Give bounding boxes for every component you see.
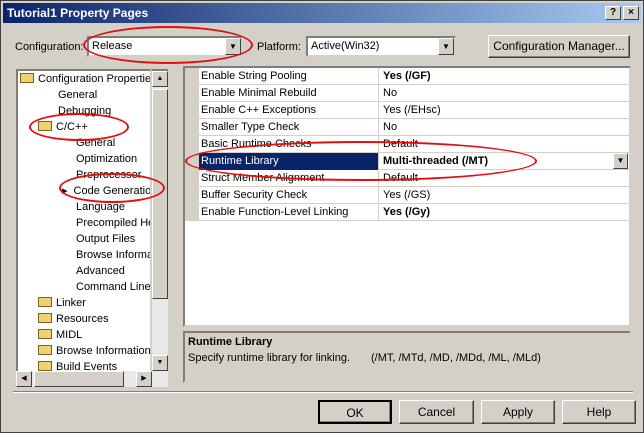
chevron-down-icon[interactable]: ▼: [613, 153, 628, 169]
tree-item-browse-information-folder[interactable]: Browse Information: [38, 343, 150, 359]
property-grid: Enable String Pooling Yes (/GF) Enable Mi…: [183, 66, 631, 327]
tree-item-command-line[interactable]: Command Line: [76, 279, 150, 295]
folder-icon: [38, 313, 52, 324]
platform-dropdown[interactable]: Active(Win32) ▼: [306, 36, 456, 57]
tree-item-optimization[interactable]: Optimization: [76, 151, 137, 167]
platform-label: Platform:: [257, 41, 302, 53]
tree-item-configuration-properties[interactable]: Configuration Properties: [20, 71, 150, 87]
folder-icon: [38, 297, 52, 308]
description-title: Runtime Library: [188, 336, 273, 348]
table-row[interactable]: Enable Minimal Rebuild No: [185, 85, 629, 102]
tree-item-output-files[interactable]: Output Files: [76, 231, 135, 247]
apply-button[interactable]: Apply: [481, 400, 555, 424]
close-icon[interactable]: ×: [623, 6, 639, 20]
tree-item-advanced[interactable]: Advanced: [76, 263, 125, 279]
hscroll-thumb[interactable]: [34, 371, 124, 387]
annotation-ellipse-code-generation: [59, 173, 165, 203]
folder-open-icon: [20, 73, 34, 84]
tree-item-general[interactable]: General: [58, 87, 97, 103]
folder-icon: [38, 345, 52, 356]
tree-item-linker[interactable]: Linker: [38, 295, 86, 311]
description-text: Specify runtime library for linking.: [188, 352, 351, 364]
tree-item-browse-information[interactable]: Browse Informa: [76, 247, 150, 263]
scroll-left-icon[interactable]: ◀: [16, 371, 32, 387]
description-panel: Runtime Library Specify runtime library …: [183, 331, 631, 383]
table-row[interactable]: Enable String Pooling Yes (/GF): [185, 68, 629, 85]
scroll-right-icon[interactable]: ▶: [136, 371, 152, 387]
cancel-button[interactable]: Cancel: [399, 400, 474, 424]
table-row[interactable]: Enable Function-Level Linking Yes (/Gy): [185, 204, 629, 221]
tree-item-resources[interactable]: Resources: [38, 311, 109, 327]
table-row[interactable]: Enable C++ Exceptions Yes (/EHsc): [185, 102, 629, 119]
ok-button[interactable]: OK: [318, 400, 392, 424]
description-options: (/MT, /MTd, /MD, /MDd, /ML, /MLd): [371, 352, 541, 364]
help-button[interactable]: Help: [562, 400, 636, 424]
annotation-ellipse-cpp: [29, 113, 129, 141]
separator: [13, 391, 633, 393]
configuration-label: Configuration:: [15, 41, 84, 53]
scroll-up-icon[interactable]: ▲: [152, 71, 168, 87]
annotation-ellipse-configuration: [83, 26, 253, 64]
tree-vertical-scrollbar[interactable]: ▲ ▼: [152, 69, 168, 387]
tree-item-midl[interactable]: MIDL: [38, 327, 82, 343]
folder-icon: [38, 361, 52, 372]
table-row[interactable]: Buffer Security Check Yes (/GS): [185, 187, 629, 204]
configuration-manager-button[interactable]: Configuration Manager...: [488, 35, 630, 58]
window-title: Tutorial1 Property Pages: [7, 6, 149, 20]
help-icon[interactable]: ?: [605, 6, 621, 20]
property-pages-window: Tutorial1 Property Pages ? × Configurati…: [0, 0, 644, 433]
tree-horizontal-scrollbar[interactable]: ◀ ▶: [16, 371, 152, 387]
annotation-ellipse-runtime-library: [185, 141, 537, 181]
scroll-down-icon[interactable]: ▼: [152, 355, 168, 371]
title-bar: Tutorial1 Property Pages ? ×: [3, 3, 641, 23]
chevron-down-icon[interactable]: ▼: [438, 38, 454, 55]
folder-icon: [38, 329, 52, 340]
tree-item-precompiled-headers[interactable]: Precompiled Hea: [76, 215, 150, 231]
platform-value: Active(Win32): [311, 40, 380, 52]
table-row[interactable]: Smaller Type Check No: [185, 119, 629, 136]
